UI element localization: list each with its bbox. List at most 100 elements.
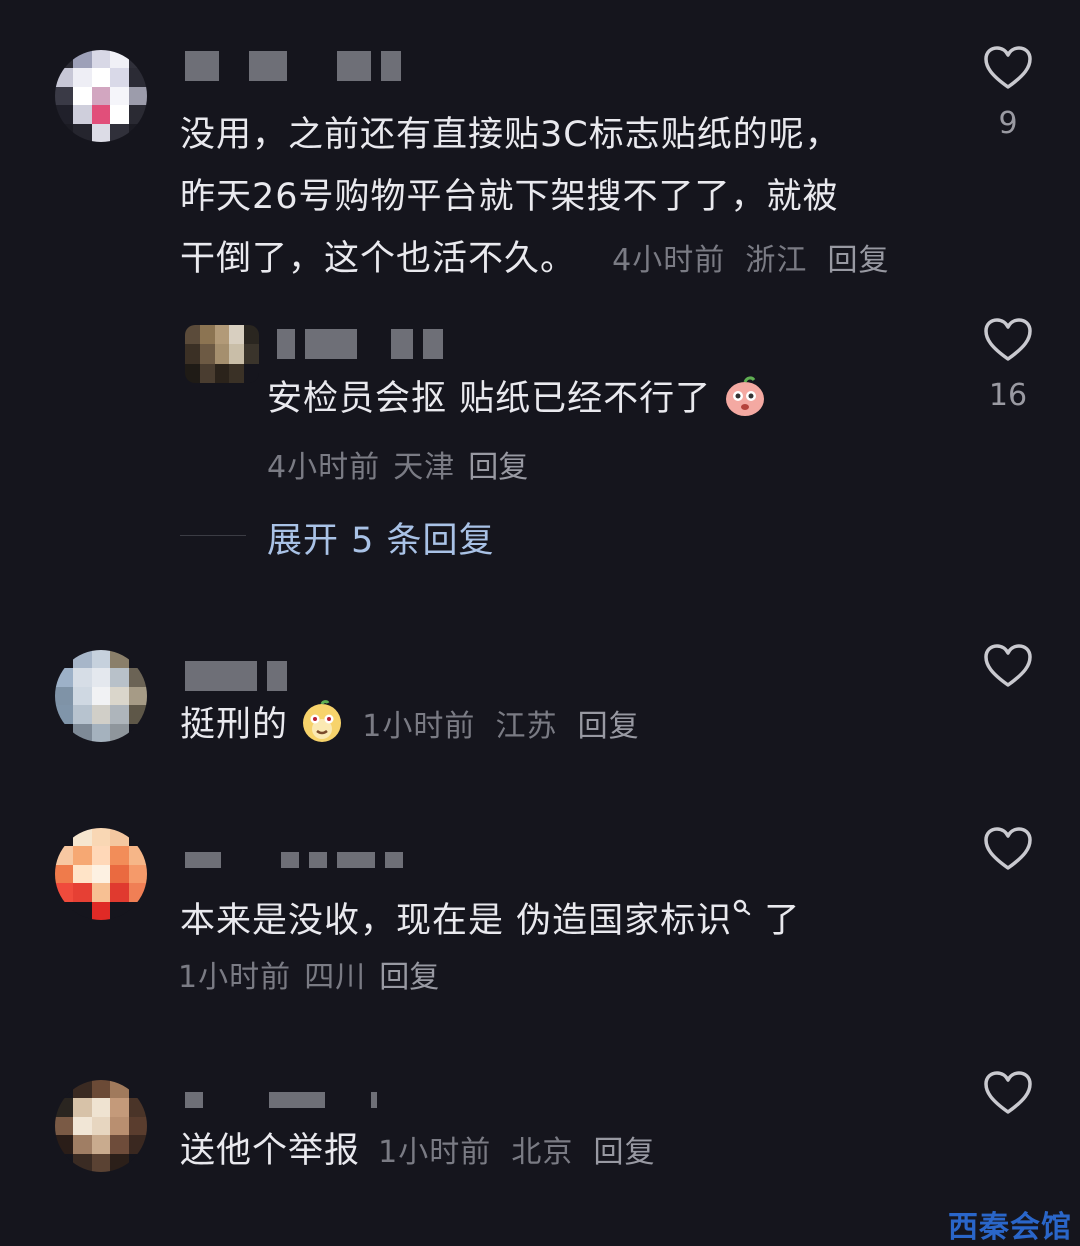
reply-avatar[interactable] xyxy=(185,325,259,383)
avatar-pixel xyxy=(128,686,147,706)
avatar-pixel xyxy=(214,325,230,345)
comment-text: 挺刑的 1小时前 江苏 回复 xyxy=(180,700,640,752)
avatar-pixel xyxy=(91,123,111,142)
expand-replies-button[interactable]: 展开 5 条回复 xyxy=(267,512,495,563)
avatar-pixel xyxy=(229,363,245,383)
comment-time: 1小时前 xyxy=(362,709,476,744)
avatar-pixel xyxy=(110,705,129,724)
avatar-pixel xyxy=(55,1153,74,1172)
like-button[interactable] xyxy=(983,1070,1033,1116)
avatar-pixel xyxy=(55,686,74,706)
avatar-pixel xyxy=(128,105,147,124)
avatar-pixel xyxy=(91,686,111,706)
avatar-pixel xyxy=(128,901,147,920)
avatar-pixel xyxy=(55,723,74,742)
avatar-pixel xyxy=(91,883,111,902)
reply-button[interactable]: 回复 xyxy=(468,450,528,485)
username-blurred[interactable] xyxy=(185,660,287,692)
avatar-pixel xyxy=(199,344,215,364)
avatar-pixel xyxy=(91,1153,111,1172)
avatar-pixel xyxy=(55,1116,74,1136)
avatar-pixel xyxy=(73,1135,92,1154)
avatar-pixel xyxy=(55,828,74,847)
avatar-pixel xyxy=(73,650,92,669)
avatar-pixel xyxy=(73,846,92,865)
avatar-pixel xyxy=(110,1080,129,1099)
reply-button[interactable]: 回复 xyxy=(828,243,890,278)
avatar-pixel xyxy=(91,50,111,69)
avatar-pixel xyxy=(110,105,129,124)
watermark: 西秦会馆 xyxy=(948,1210,1072,1245)
avatar-pixel xyxy=(55,1098,74,1117)
avatar-pixel xyxy=(128,123,147,142)
comment-location: 浙江 xyxy=(745,243,808,278)
avatar-pixel xyxy=(73,828,92,847)
avatar-pixel xyxy=(128,883,147,902)
divider xyxy=(180,535,246,536)
avatar-pixel xyxy=(91,1116,111,1136)
avatar-pixel xyxy=(73,686,92,706)
avatar[interactable] xyxy=(55,828,147,920)
avatar-pixel xyxy=(55,901,74,920)
avatar-pixel xyxy=(73,1153,92,1172)
avatar-pixel xyxy=(73,1080,92,1099)
reply-button[interactable]: 回复 xyxy=(379,960,439,995)
avatar-pixel xyxy=(73,901,92,920)
avatar-pixel xyxy=(91,1135,111,1154)
avatar-pixel xyxy=(110,901,129,920)
comment-location: 北京 xyxy=(511,1135,574,1170)
avatar-pixel xyxy=(110,50,129,69)
comment-text: 没用，之前还有直接贴3C标志贴纸的呢， 昨天26号购物平台就下架搜不了了，就被 … xyxy=(180,115,890,279)
comment-time: 1小时前 xyxy=(178,960,292,995)
username-blurred[interactable] xyxy=(185,1084,377,1116)
avatar-pixel xyxy=(110,123,129,142)
heart-icon xyxy=(984,318,1032,361)
avatar-pixel xyxy=(55,883,74,902)
avatar-pixel xyxy=(185,344,200,364)
reply-location: 天津 xyxy=(393,450,456,485)
avatar-pixel xyxy=(110,86,129,106)
comment-time: 4小时前 xyxy=(612,243,726,278)
like-button[interactable] xyxy=(983,45,1033,91)
avatar-pixel xyxy=(185,325,200,345)
avatar-pixel xyxy=(110,883,129,902)
avatar-pixel xyxy=(128,723,147,742)
avatar-pixel xyxy=(128,864,147,884)
avatar-pixel xyxy=(73,105,92,124)
avatar-pixel xyxy=(128,668,147,687)
avatar-pixel xyxy=(55,1080,74,1099)
heart-icon xyxy=(984,46,1032,89)
avatar-pixel xyxy=(91,828,111,847)
avatar-pixel xyxy=(244,363,259,383)
username-blurred[interactable] xyxy=(185,50,401,82)
avatar[interactable] xyxy=(55,650,147,742)
avatar-pixel xyxy=(110,1098,129,1117)
avatar-pixel xyxy=(91,1080,111,1099)
reply-username-blurred[interactable] xyxy=(277,328,443,360)
avatar-pixel xyxy=(73,723,92,742)
username-blurred[interactable] xyxy=(185,844,403,876)
like-button[interactable] xyxy=(983,643,1033,689)
avatar-pixel xyxy=(91,1098,111,1117)
avatar-pixel xyxy=(91,846,111,865)
reply-button[interactable]: 回复 xyxy=(594,1135,656,1170)
avatar-pixel xyxy=(91,723,111,742)
like-button[interactable] xyxy=(983,317,1033,363)
comment-location: 江苏 xyxy=(495,709,558,744)
reply-meta: 4小时前 天津 回复 xyxy=(267,442,528,486)
like-button[interactable] xyxy=(983,826,1033,872)
avatar-pixel xyxy=(128,68,147,87)
avatar-pixel xyxy=(110,864,129,884)
avatar-pixel xyxy=(55,846,74,865)
avatar-pixel xyxy=(55,1135,74,1154)
avatar-pixel xyxy=(55,68,74,87)
avatar-pixel xyxy=(73,1116,92,1136)
avatar[interactable] xyxy=(55,1080,147,1172)
avatar-pixel xyxy=(91,650,111,669)
reply-button[interactable]: 回复 xyxy=(578,709,640,744)
comment-meta: 1小时前 四川 回复 xyxy=(178,952,439,996)
search-icon[interactable] xyxy=(732,882,752,932)
avatar[interactable] xyxy=(55,50,147,142)
avatar-pixel xyxy=(214,344,230,364)
avatar-pixel xyxy=(199,325,215,345)
